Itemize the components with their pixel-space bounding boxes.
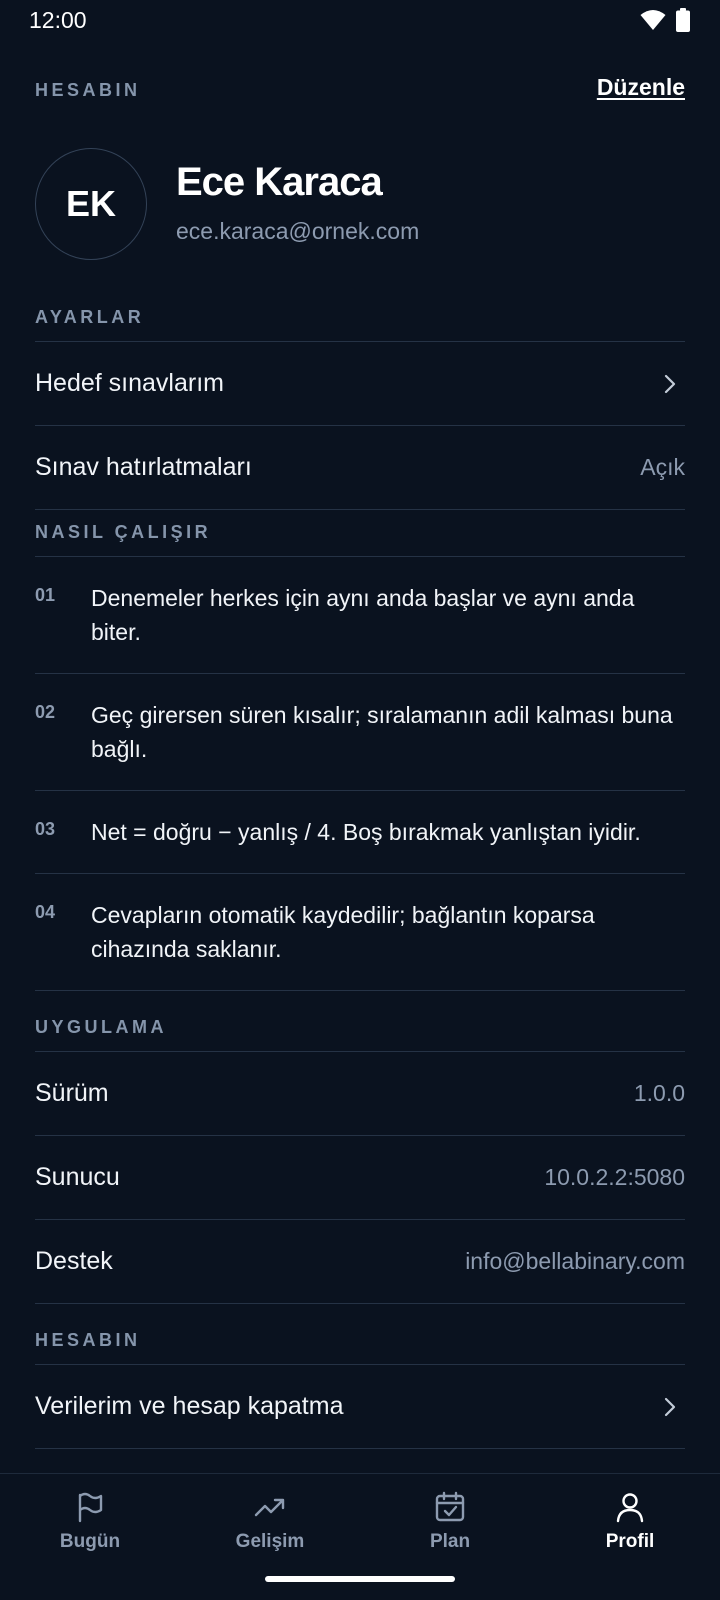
nav-label: Profil — [605, 1531, 655, 1552]
step-text: Net = doğru − yanlış / 4. Boş bırakmak y… — [91, 819, 641, 845]
app-item-value: 1.0.0 — [633, 1080, 685, 1106]
how-it-works-header: NASIL ÇALIŞIR — [35, 510, 685, 556]
list-item: 03 Net = doğru − yanlış / 4. Boş bırakma… — [35, 790, 685, 873]
app-item-support[interactable]: Destek info@bellabinary.com — [35, 1219, 685, 1303]
flag-icon — [78, 1492, 103, 1523]
app-header: UYGULAMA — [35, 1005, 685, 1051]
profile-email: ece.karaca@ornek.com — [176, 218, 420, 244]
profile-card: EK Ece Karaca ece.karaca@ornek.com — [35, 120, 685, 295]
step-text: Denemeler herkes için aynı anda başlar v… — [91, 585, 635, 645]
nav-item-profile[interactable]: Profil — [540, 1474, 720, 1574]
nav-label: Bugün — [59, 1531, 121, 1552]
app-item-label: Sunucu — [35, 1163, 120, 1191]
account-item-data-and-closure[interactable]: Verilerim ve hesap kapatma — [35, 1364, 685, 1448]
account-section-header: HESABIN — [35, 1318, 685, 1364]
section-label-app: UYGULAMA — [35, 1017, 167, 1037]
step-number: 04 — [35, 902, 56, 922]
status-bar: 12:00 — [0, 0, 720, 44]
chevron-right-icon — [664, 374, 676, 393]
profile-content: HESABIN Düzenle EK Ece Karaca ece.karaca… — [35, 60, 685, 1449]
trending-up-icon — [254, 1498, 285, 1517]
status-icons — [640, 8, 690, 32]
section-label-settings: AYARLAR — [35, 307, 145, 327]
account-item-label: Verilerim ve hesap kapatma — [35, 1392, 344, 1420]
section-label-how-it-works: NASIL ÇALIŞIR — [35, 522, 212, 542]
step-text: Geç girersen süren kısalır; sıralamanın … — [91, 702, 673, 762]
avatar: EK — [35, 148, 147, 260]
settings-item-label: Sınav hatırlatmaları — [35, 453, 252, 481]
nav-item-today[interactable]: Bugün — [0, 1474, 180, 1574]
app-item-label: Sürüm — [35, 1079, 109, 1107]
settings-item-target-exams[interactable]: Hedef sınavlarım — [35, 341, 685, 425]
step-number: 02 — [35, 702, 56, 722]
section-label-account: HESABIN — [35, 80, 141, 100]
step-number: 01 — [35, 585, 56, 605]
section-label-account-bottom: HESABIN — [35, 1330, 141, 1350]
calendar-check-icon — [435, 1491, 465, 1522]
nav-item-progress[interactable]: Gelişim — [180, 1474, 360, 1574]
app-item-version: Sürüm 1.0.0 — [35, 1051, 685, 1135]
nav-label: Gelişim — [235, 1531, 305, 1552]
reminder-status-value: Açık — [640, 454, 685, 480]
profile-screen: 12:00 HESABIN Düzenle EK Ece Karaca ece.… — [0, 0, 720, 1600]
battery-icon — [676, 8, 690, 32]
list-item: 04 Cevapların otomatik kaydedilir; bağla… — [35, 873, 685, 990]
support-email-link[interactable]: info@bellabinary.com — [465, 1248, 685, 1275]
user-icon — [616, 1493, 644, 1523]
divider — [35, 1448, 685, 1449]
chevron-right-icon — [664, 1397, 676, 1416]
app-item-value: 10.0.2.2:5080 — [544, 1164, 685, 1190]
profile-name: Ece Karaca — [176, 160, 383, 204]
wifi-icon — [640, 10, 666, 30]
settings-item-label: Hedef sınavlarım — [35, 369, 224, 397]
nav-label: Plan — [429, 1531, 471, 1552]
edit-button[interactable]: Düzenle — [597, 74, 685, 101]
settings-item-exam-reminders[interactable]: Sınav hatırlatmaları Açık — [35, 425, 685, 509]
app-item-label: Destek — [35, 1247, 113, 1275]
step-text: Cevapların otomatik kaydedilir; bağlantı… — [91, 902, 595, 962]
list-item: 02 Geç girersen süren kısalır; sıralaman… — [35, 673, 685, 790]
nav-item-plan[interactable]: Plan — [360, 1474, 540, 1574]
status-time: 12:00 — [29, 7, 87, 33]
step-number: 03 — [35, 819, 56, 839]
list-item: 01 Denemeler herkes için aynı anda başla… — [35, 556, 685, 673]
app-item-server: Sunucu 10.0.2.2:5080 — [35, 1135, 685, 1219]
account-header: HESABIN Düzenle — [35, 60, 685, 120]
settings-header: AYARLAR — [35, 295, 685, 341]
home-indicator[interactable] — [265, 1576, 455, 1582]
